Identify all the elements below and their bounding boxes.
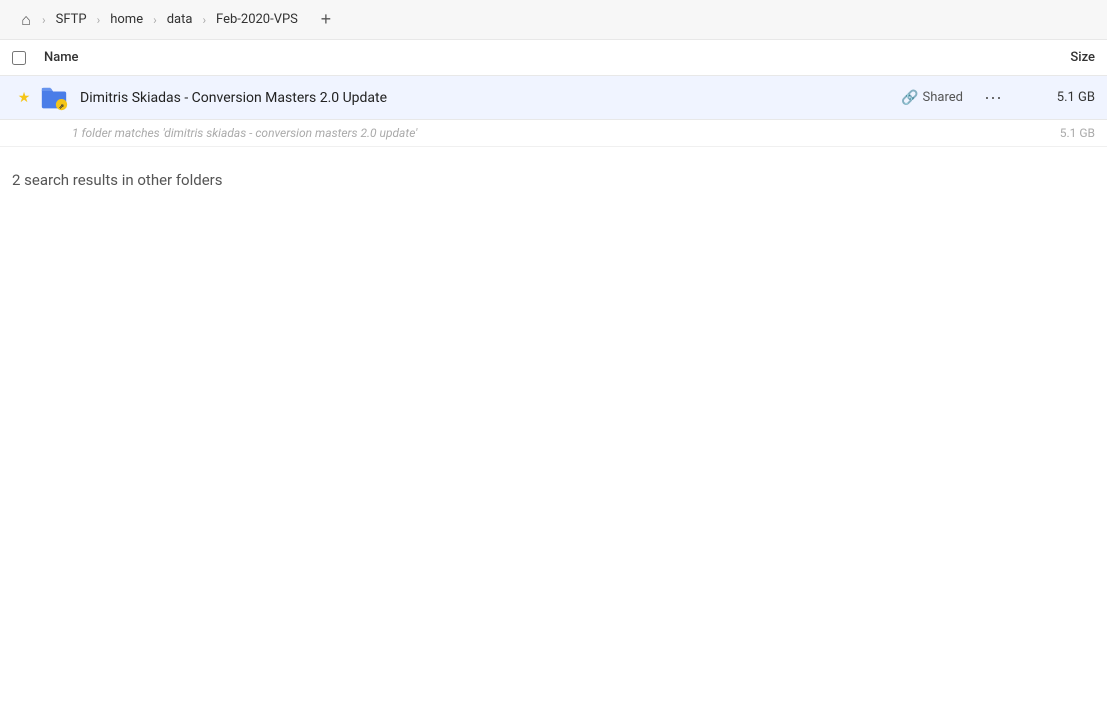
name-column-header: Name xyxy=(40,50,995,65)
breadcrumb-home[interactable]: home xyxy=(102,8,151,31)
match-info-text: 1 folder matches 'dimitris skiadas - con… xyxy=(72,126,1060,140)
file-name-label: Dimitris Skiadas - Conversion Masters 2.… xyxy=(72,90,901,106)
folder-svg: ⇗ xyxy=(39,83,69,113)
home-icon: ⌂ xyxy=(21,10,31,30)
ellipsis-icon: ··· xyxy=(984,87,1002,108)
svg-text:⇗: ⇗ xyxy=(59,102,65,110)
column-header-row: Name Size xyxy=(0,40,1107,76)
match-info-size: 5.1 GB xyxy=(1060,126,1095,140)
other-results-section: 2 search results in other folders xyxy=(0,147,1107,205)
shared-badge: 🔗 Shared xyxy=(901,90,963,106)
header-checkbox-cell xyxy=(12,51,40,65)
separator-1: › xyxy=(42,13,46,27)
breadcrumb-feb2020vps[interactable]: Feb-2020-VPS xyxy=(208,8,306,31)
breadcrumb-home-button[interactable]: ⌂ xyxy=(12,6,40,34)
breadcrumb-data[interactable]: data xyxy=(159,8,201,31)
file-size-value: 5.1 GB xyxy=(1015,90,1095,105)
select-all-checkbox[interactable] xyxy=(12,51,26,65)
link-icon: 🔗 xyxy=(901,90,918,106)
table-row[interactable]: ★ ⇗ Dimitris Skiadas - Conversion Master… xyxy=(0,76,1107,120)
folder-icon: ⇗ xyxy=(36,80,72,116)
add-icon: + xyxy=(321,9,332,30)
shared-label: Shared xyxy=(923,90,963,105)
separator-3: › xyxy=(153,13,157,27)
match-info-row: 1 folder matches 'dimitris skiadas - con… xyxy=(0,120,1107,147)
separator-2: › xyxy=(97,13,101,27)
separator-4: › xyxy=(202,13,206,27)
star-icon[interactable]: ★ xyxy=(12,90,36,106)
top-bar: ⌂ › SFTP › home › data › Feb-2020-VPS + xyxy=(0,0,1107,40)
add-tab-button[interactable]: + xyxy=(312,6,340,34)
breadcrumb-sftp[interactable]: SFTP xyxy=(48,8,95,31)
other-results-label: 2 search results in other folders xyxy=(12,171,223,189)
more-options-button[interactable]: ··· xyxy=(979,84,1007,112)
size-column-header: Size xyxy=(995,50,1095,65)
